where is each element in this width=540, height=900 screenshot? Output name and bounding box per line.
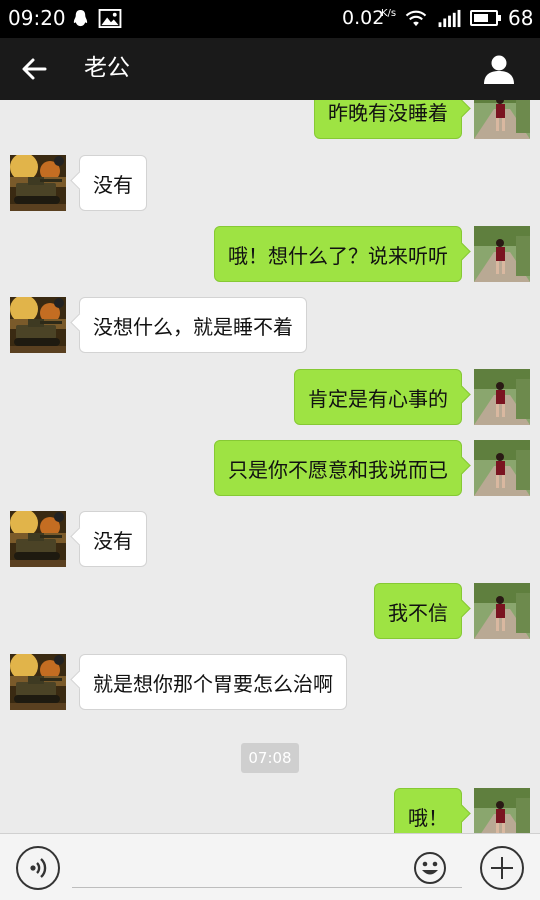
network-speed: 0.02 <box>342 7 385 29</box>
contact-profile-button[interactable] <box>478 50 520 88</box>
message-received: 没有 <box>0 511 540 567</box>
message-received: 没想什么，就是睡不着 <box>0 297 540 353</box>
image-icon <box>98 9 122 28</box>
battery-tip <box>498 15 501 21</box>
message-sent: 哦！ <box>0 788 540 833</box>
message-bubble[interactable]: 没想什么，就是睡不着 <box>79 297 307 353</box>
message-input[interactable] <box>72 846 462 888</box>
voice-button[interactable] <box>16 846 60 890</box>
contact-avatar[interactable] <box>10 511 66 567</box>
battery-icon <box>470 10 498 26</box>
message-bubble[interactable]: 昨晚有没睡着 <box>314 100 462 139</box>
my-avatar[interactable] <box>474 583 530 639</box>
message-bubble[interactable]: 肯定是有心事的 <box>294 369 462 425</box>
battery-level: 68 <box>508 6 534 30</box>
message-timestamp: 07:08 <box>241 743 299 773</box>
message-list[interactable]: 昨晚有没睡着 没有 哦！想什么了？说来听听 没想什么，就是睡不着 肯定是有心事的… <box>0 100 540 833</box>
message-bubble[interactable]: 只是你不愿意和我说而已 <box>214 440 462 496</box>
contact-name: 老公 <box>84 55 130 81</box>
arrow-left-icon <box>22 58 47 80</box>
message-bubble[interactable]: 没有 <box>79 155 147 211</box>
network-speed-unit: K/s <box>381 8 397 19</box>
person-icon <box>484 55 514 84</box>
qq-penguin-icon <box>73 9 88 27</box>
input-bar <box>0 833 540 900</box>
battery-fill <box>474 14 488 22</box>
message-sent: 哦！想什么了？说来听听 <box>0 226 540 282</box>
my-avatar[interactable] <box>474 100 530 139</box>
message-sent: 只是你不愿意和我说而已 <box>0 440 540 496</box>
plus-button[interactable] <box>480 846 524 890</box>
message-sent: 肯定是有心事的 <box>0 369 540 425</box>
contact-avatar[interactable] <box>10 297 66 353</box>
my-avatar[interactable] <box>474 440 530 496</box>
emoji-icon[interactable] <box>413 851 447 885</box>
message-sent: 昨晚有没睡着 <box>0 100 540 139</box>
contact-avatar[interactable] <box>10 654 66 710</box>
message-bubble[interactable]: 我不信 <box>374 583 462 639</box>
status-bar: 09:20 0.02 K/s 68 <box>0 0 540 38</box>
wifi-icon <box>405 10 427 27</box>
message-sent: 我不信 <box>0 583 540 639</box>
message-bubble[interactable]: 哦！ <box>394 788 462 833</box>
message-bubble[interactable]: 没有 <box>79 511 147 567</box>
message-bubble[interactable]: 就是想你那个胃要怎么治啊 <box>79 654 347 710</box>
my-avatar[interactable] <box>474 226 530 282</box>
message-received: 就是想你那个胃要怎么治啊 <box>0 654 540 710</box>
status-time: 09:20 <box>8 6 66 30</box>
contact-avatar[interactable] <box>10 155 66 211</box>
back-button[interactable] <box>14 51 54 87</box>
voice-icon <box>30 858 47 878</box>
signal-icon <box>438 9 461 28</box>
message-received: 没有 <box>0 155 540 211</box>
message-bubble[interactable]: 哦！想什么了？说来听听 <box>214 226 462 282</box>
my-avatar[interactable] <box>474 369 530 425</box>
my-avatar[interactable] <box>474 788 530 833</box>
chat-header: 老公 <box>0 38 540 100</box>
